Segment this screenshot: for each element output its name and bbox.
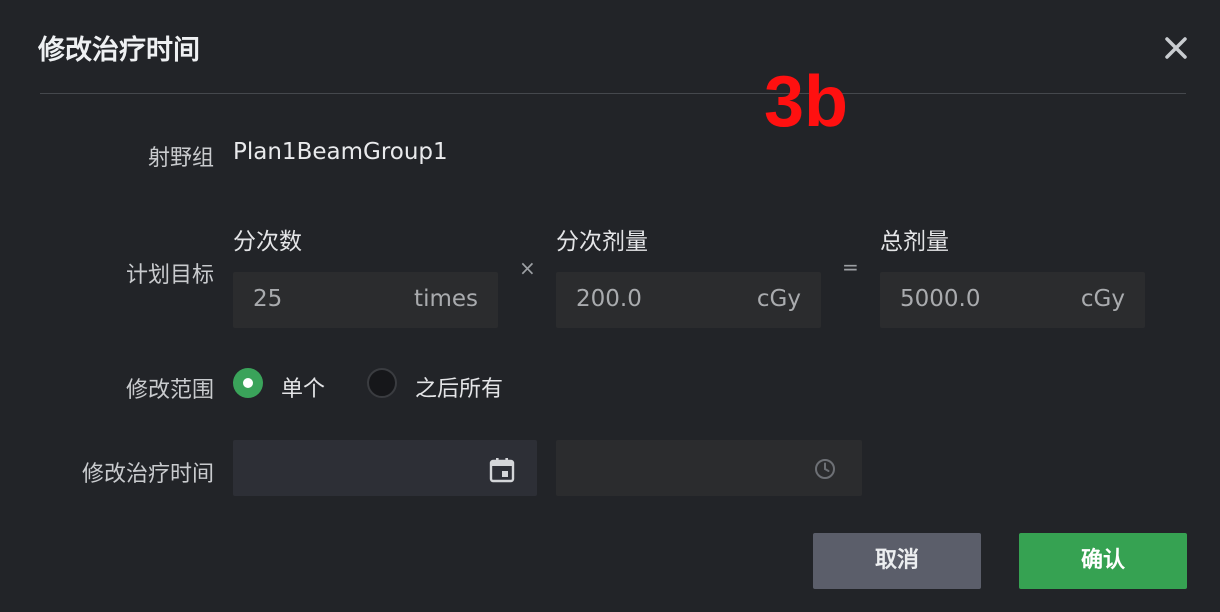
total-dose-field: 5000.0 cGy xyxy=(880,272,1145,328)
beam-group-label: 射野组 xyxy=(147,146,214,171)
dialog-title: 修改治疗时间 xyxy=(38,35,200,66)
fractions-field: 25 times xyxy=(233,272,498,328)
calendar-icon[interactable] xyxy=(489,457,515,483)
clock-icon[interactable] xyxy=(814,458,836,480)
total-dose-label: 总剂量 xyxy=(880,229,949,255)
scope-single-radio[interactable] xyxy=(233,368,263,398)
fraction-dose-unit: cGy xyxy=(756,286,801,312)
scope-all-after-radio[interactable] xyxy=(367,368,397,398)
fractions-value: 25 xyxy=(253,286,283,312)
plan-target-label: 计划目标 xyxy=(125,263,214,288)
date-input[interactable] xyxy=(233,440,537,496)
modify-treatment-time-dialog: 修改治疗时间 3b 射野组 Plan1BeamGroup1 计划目标 分次数 2… xyxy=(0,0,1220,612)
confirm-button[interactable]: 确认 xyxy=(1019,533,1187,589)
fraction-dose-value: 200.0 xyxy=(576,286,642,312)
time-input[interactable] xyxy=(556,440,862,496)
scope-single-label[interactable]: 单个 xyxy=(281,371,325,403)
close-icon[interactable] xyxy=(1160,32,1192,64)
total-dose-value: 5000.0 xyxy=(900,286,981,312)
fractions-unit: times xyxy=(414,286,478,312)
cancel-button[interactable]: 取消 xyxy=(813,533,981,589)
title-divider xyxy=(40,93,1186,94)
modify-time-label: 修改治疗时间 xyxy=(81,462,214,487)
beam-group-value: Plan1BeamGroup1 xyxy=(233,139,448,165)
annotation-marker: 3b xyxy=(764,62,849,142)
equals-sign: = xyxy=(842,255,859,279)
fraction-dose-label: 分次剂量 xyxy=(556,229,648,255)
times-sign: × xyxy=(519,256,536,280)
fraction-dose-field: 200.0 cGy xyxy=(556,272,821,328)
close-icon-graphic xyxy=(1165,37,1187,59)
scope-all-after-label[interactable]: 之后所有 xyxy=(415,371,503,403)
fractions-label: 分次数 xyxy=(233,229,302,255)
modify-scope-label: 修改范围 xyxy=(125,378,214,403)
total-dose-unit: cGy xyxy=(1080,286,1125,312)
